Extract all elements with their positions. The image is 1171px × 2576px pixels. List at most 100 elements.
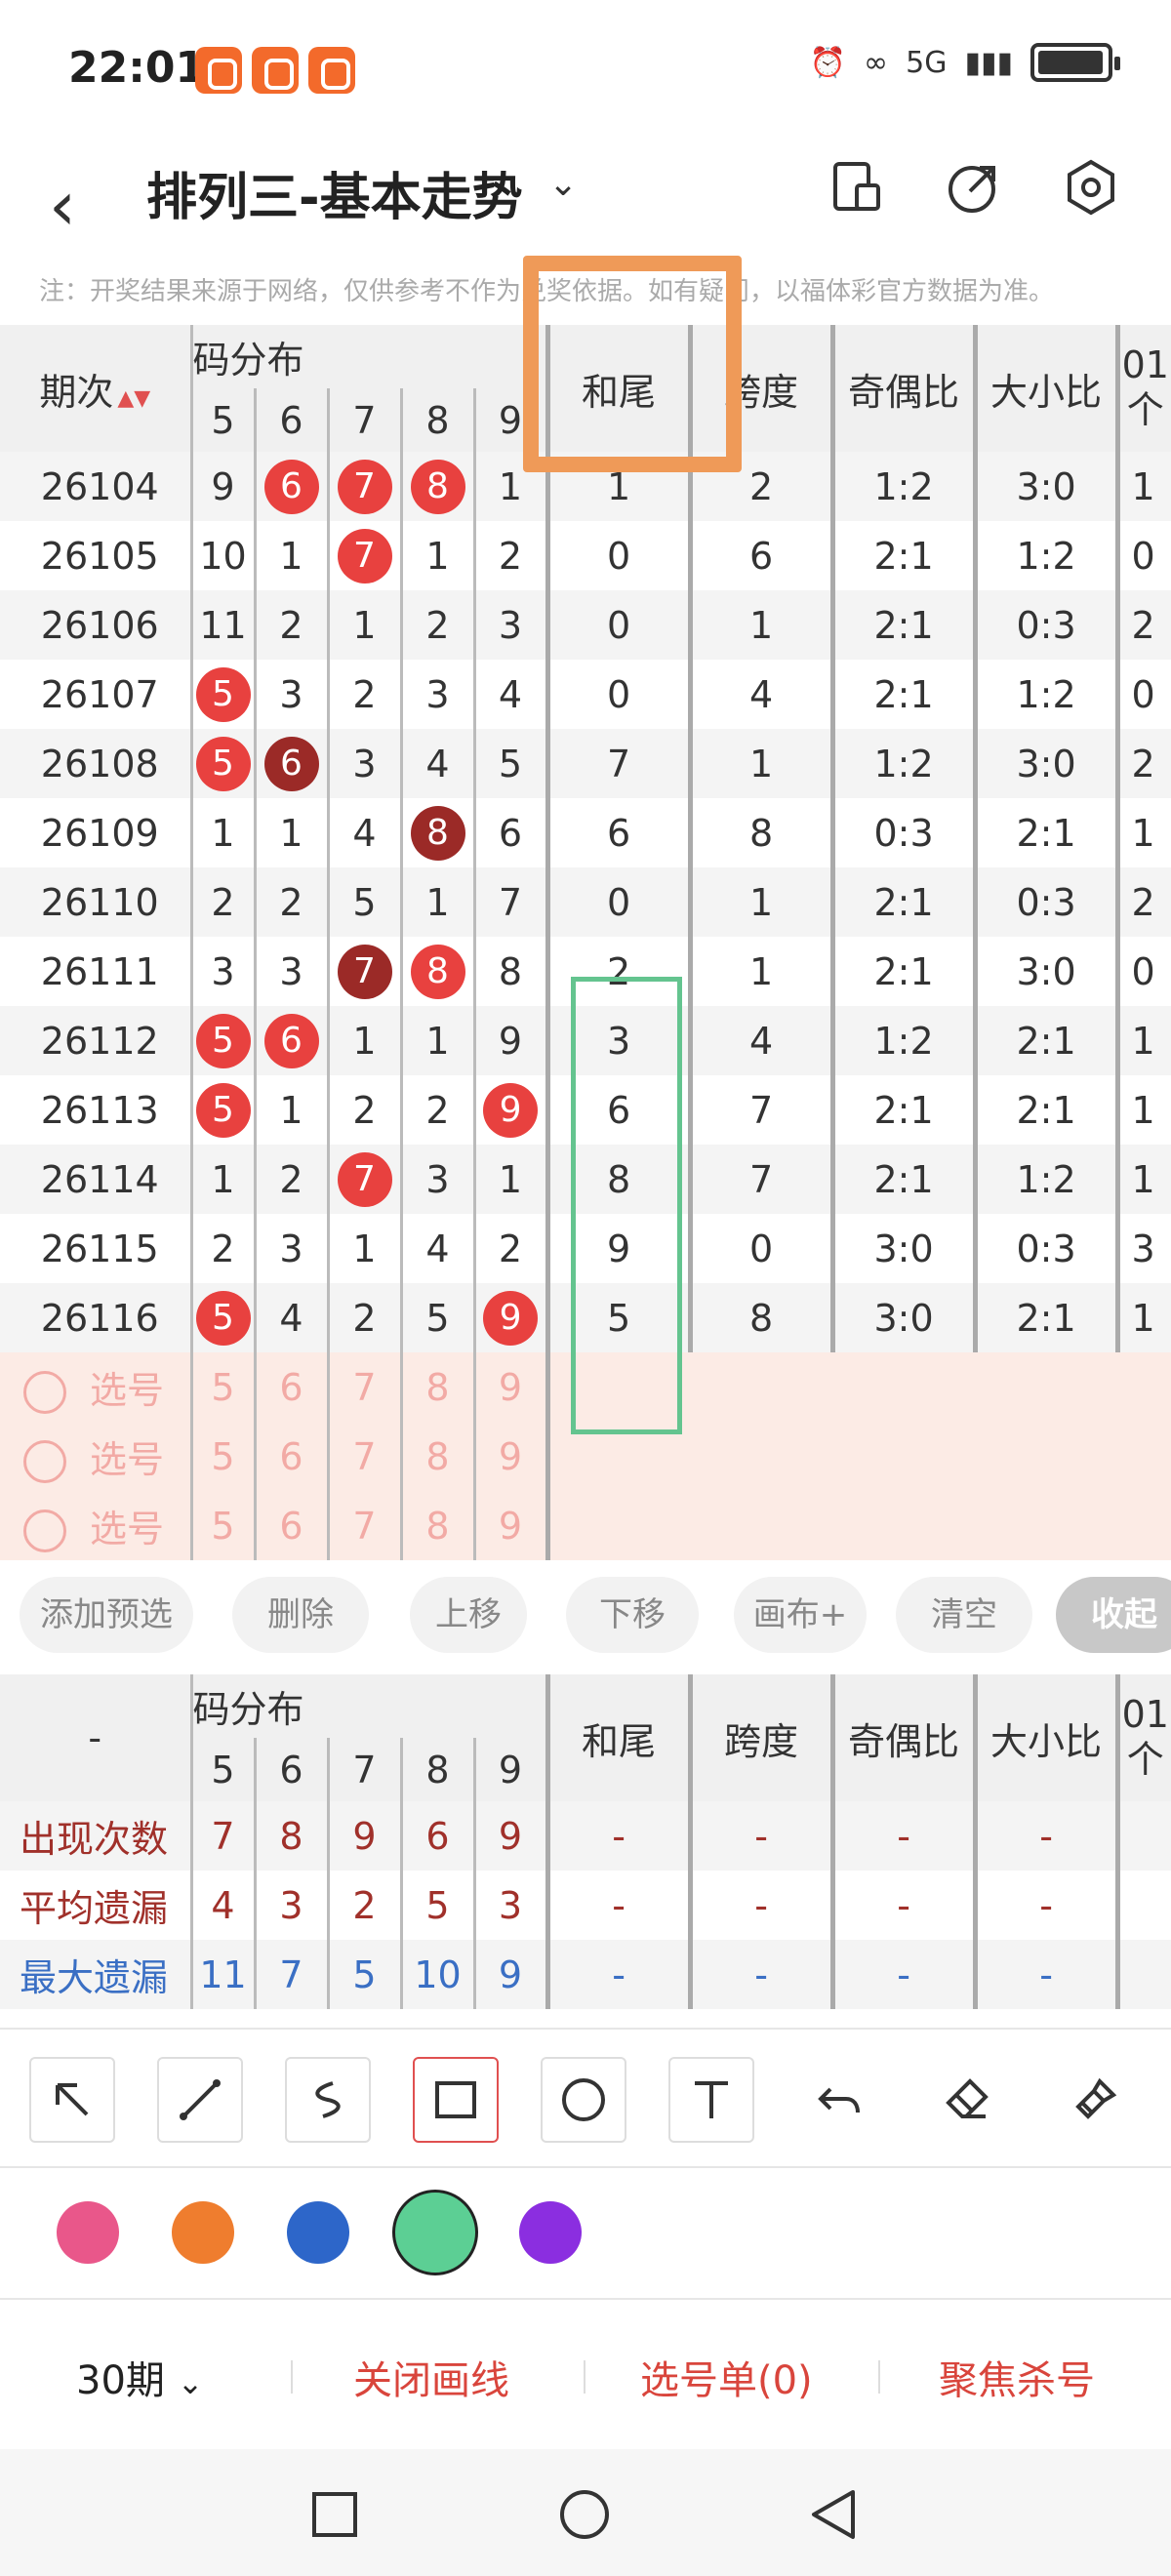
undo-icon[interactable] (796, 2057, 882, 2143)
add-preselect-button[interactable]: 添加预选 (20, 1577, 193, 1653)
pick-label-cell[interactable]: 选号 (0, 1422, 191, 1491)
table-row[interactable]: 26106 11 2 1 2 3 0 1 2:1 0:3 2 (0, 590, 1171, 660)
blue-color-swatch[interactable] (287, 2201, 349, 2264)
stats-dash: - (972, 1940, 1118, 2009)
extra-cell: 2 (1114, 590, 1171, 660)
pick-digit[interactable]: 5 (189, 1491, 255, 1560)
close-drawing-button[interactable]: 关闭画线 (353, 2349, 509, 2405)
pick-digit[interactable]: 7 (326, 1491, 401, 1560)
digit-cell: 5 (326, 867, 401, 937)
line-icon[interactable] (157, 2057, 243, 2143)
extra-cell: 1 (1114, 1006, 1171, 1075)
share-icon[interactable] (945, 158, 1003, 217)
signal-icon: 5G (906, 45, 948, 80)
green-rectangle-annotation[interactable] (571, 977, 682, 1434)
jiou-cell: 2:1 (829, 660, 976, 729)
hit-ball: 8 (410, 805, 465, 861)
page-title[interactable]: 排列三-基本走势 (146, 156, 523, 229)
pick-digit[interactable]: 7 (326, 1352, 401, 1422)
stats-dash: - (545, 1871, 691, 1940)
jiou-cell: 3:0 (829, 1214, 976, 1283)
pick-digit[interactable]: 7 (326, 1422, 401, 1491)
table-row[interactable]: 26107 5 3 2 3 4 0 4 2:1 1:2 0 (0, 660, 1171, 729)
hewei-cell: 0 (545, 590, 691, 660)
arrow-icon[interactable] (29, 2057, 115, 2143)
digit-cell: 5 (189, 1283, 255, 1352)
chevron-down-icon[interactable]: ⌄ (548, 164, 578, 204)
extra-header-top: 01 (1121, 343, 1169, 387)
color-palette (0, 2166, 1171, 2298)
jiou-cell: 2:1 (829, 1075, 976, 1145)
pick-digit[interactable]: 9 (472, 1352, 548, 1422)
kuadu-cell: 7 (687, 1075, 833, 1145)
digit-header: 6 (253, 1738, 328, 1801)
pick-digit[interactable]: 5 (189, 1422, 255, 1491)
pick-digit[interactable]: 8 (399, 1352, 474, 1422)
table-row[interactable]: 26110 2 2 5 1 7 0 1 2:1 0:3 2 (0, 867, 1171, 937)
pick-digit[interactable]: 5 (189, 1352, 255, 1422)
periods-select[interactable]: 30期 ⌄ (76, 2349, 203, 2405)
canvas-plus-button[interactable]: 画布+ (734, 1577, 867, 1653)
clear-button[interactable]: 清空 (896, 1577, 1032, 1653)
kuadu-cell: 1 (687, 937, 833, 1006)
back-icon[interactable]: ‹ (49, 166, 76, 246)
pick-digit[interactable]: 9 (472, 1422, 548, 1491)
collapse-button[interactable]: 收起 (1056, 1577, 1171, 1653)
text-icon[interactable] (668, 2057, 754, 2143)
orange-color-swatch[interactable] (172, 2201, 234, 2264)
circle-icon[interactable] (541, 2057, 626, 2143)
move-up-button[interactable]: 上移 (410, 1577, 527, 1653)
pick-circle-icon[interactable] (23, 1509, 66, 1553)
stats-value: 9 (472, 1940, 548, 2009)
home-icon[interactable] (558, 2488, 611, 2541)
periods-label: 30期 (76, 2358, 165, 2403)
pink-color-swatch[interactable] (57, 2201, 119, 2264)
digit-cell: 1 (253, 1075, 328, 1145)
rectangle-icon[interactable] (413, 2057, 499, 2143)
hit-ball: 6 (263, 736, 319, 791)
hit-ball: 8 (410, 459, 465, 514)
sort-icon[interactable]: ▲▼ (117, 386, 150, 411)
divider (584, 2360, 586, 2394)
table-row[interactable]: 26109 1 1 4 8 6 6 8 0:3 2:1 1 (0, 798, 1171, 867)
hit-ball: 5 (195, 1013, 251, 1068)
clear-brush-icon[interactable] (1052, 2057, 1138, 2143)
pick-digit[interactable]: 9 (472, 1491, 548, 1560)
purple-color-swatch[interactable] (519, 2201, 582, 2264)
digit-cell: 1 (189, 798, 255, 867)
digit-cell: 2 (326, 660, 401, 729)
pick-circle-icon[interactable] (23, 1440, 66, 1484)
daxiao-cell: 0:3 (972, 590, 1118, 660)
freehand-icon[interactable] (285, 2057, 371, 2143)
orange-rectangle-annotation[interactable] (523, 256, 742, 472)
delete-button[interactable]: 删除 (232, 1577, 369, 1653)
pick-digit[interactable]: 8 (399, 1491, 474, 1560)
digit-cell: 3 (399, 1145, 474, 1214)
pick-label-cell[interactable]: 选号 (0, 1352, 191, 1422)
eraser-icon[interactable] (924, 2057, 1010, 2143)
digit-cell: 6 (253, 729, 328, 798)
pick-digit[interactable]: 6 (253, 1491, 328, 1560)
pick-digit[interactable]: 6 (253, 1422, 328, 1491)
kuadu-cell: 6 (687, 521, 833, 590)
pick-circle-icon[interactable] (23, 1371, 66, 1415)
stats-value: 7 (189, 1801, 255, 1871)
pick-row[interactable]: 选号 5 6 7 8 9 (0, 1491, 1171, 1560)
green-color-swatch[interactable] (392, 2190, 478, 2275)
issue-header[interactable]: 期次 ▲▼ (0, 325, 191, 452)
pick-digit[interactable]: 8 (399, 1422, 474, 1491)
phone-layout-icon[interactable] (828, 158, 886, 217)
jiou-cell: 2:1 (829, 521, 976, 590)
table-row[interactable]: 26105 10 1 7 1 2 0 6 2:1 1:2 0 (0, 521, 1171, 590)
settings-icon[interactable] (1062, 158, 1120, 217)
move-down-button[interactable]: 下移 (566, 1577, 699, 1653)
back-nav-icon[interactable] (808, 2488, 861, 2541)
table-row[interactable]: 26108 5 6 3 4 5 7 1 1:2 3:0 2 (0, 729, 1171, 798)
recents-icon[interactable] (310, 2490, 359, 2539)
pick-digit[interactable]: 6 (253, 1352, 328, 1422)
pick-list-button[interactable]: 选号单(0) (640, 2349, 813, 2405)
digit-header: 5 (189, 1738, 255, 1801)
digit-cell: 1 (253, 521, 328, 590)
focus-kill-button[interactable]: 聚焦杀号 (939, 2349, 1095, 2405)
pick-label-cell[interactable]: 选号 (0, 1491, 191, 1560)
